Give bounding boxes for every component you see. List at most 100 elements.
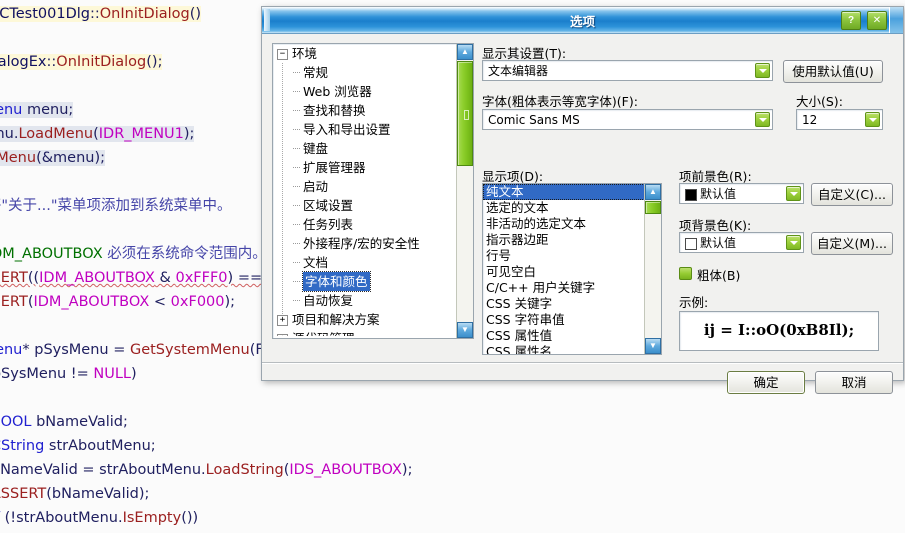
sample-preview-box: ij = I::oO(0xB8Il); <box>679 311 879 351</box>
display-items-scrollbar[interactable]: ▲ ▼ <box>644 184 661 354</box>
code-token: () <box>189 6 202 22</box>
scroll-down-icon[interactable]: ▼ <box>645 338 661 354</box>
tree-item-14[interactable]: + 项目和解决方案 <box>273 310 455 329</box>
tree-item-1[interactable]: 常规 <box>273 63 455 82</box>
tree-connector-icon <box>293 205 300 206</box>
tree-item-2[interactable]: Web 浏览器 <box>273 82 455 101</box>
collapse-icon[interactable]: − <box>277 49 288 60</box>
code-token: 必须在系统命令范围内。 <box>107 246 267 262</box>
code-token: IDM_ABOUTBOX <box>33 294 150 310</box>
tree-item-15[interactable]: + 源代码管理 <box>273 329 455 336</box>
list-item[interactable]: CSS 字符串值 <box>483 312 645 328</box>
code-token: ); <box>183 126 195 142</box>
list-item[interactable]: CSS 属性名 <box>483 344 645 354</box>
ok-button[interactable]: 确定 <box>727 371 805 394</box>
code-token: ASSERT <box>0 486 47 502</box>
code-line: if (!strAboutMenu.IsEmpty()) <box>0 506 198 530</box>
tree-item-label: 自动恢复 <box>303 293 354 308</box>
tree-item-11[interactable]: 文档 <box>273 253 455 272</box>
list-item[interactable]: 行号 <box>483 248 645 264</box>
list-item[interactable]: CSS 关键字 <box>483 296 645 312</box>
tree-item-label: 常规 <box>303 65 329 80</box>
code-token: OnInitDialog <box>99 6 190 22</box>
tree-connector-icon <box>293 110 300 111</box>
tree-item-label: 环境 <box>292 46 318 61</box>
custom-foreground-button[interactable]: 自定义(C)... <box>811 183 893 206</box>
help-icon[interactable]: ? <box>841 11 861 30</box>
chevron-down-icon[interactable] <box>786 186 801 201</box>
code-line: menu.LoadMenu(IDR_MENU1); <box>0 122 195 146</box>
list-item[interactable]: 纯文本 <box>483 184 645 200</box>
background-color-swatch <box>685 238 697 250</box>
dialog-title: 选项 <box>569 14 595 29</box>
scroll-down-icon[interactable]: ▼ <box>457 322 473 338</box>
tree-item-5[interactable]: 键盘 <box>273 139 455 158</box>
tree-item-9[interactable]: 任务列表 <box>273 215 455 234</box>
chevron-down-icon[interactable] <box>865 112 880 127</box>
code-token: strAboutMenu; <box>44 438 156 454</box>
tree-item-6[interactable]: 扩展管理器 <box>273 158 455 177</box>
tree-scrollbar[interactable]: ▲ ▼ <box>456 44 473 338</box>
font-label: 字体(粗体表示等宽字体)(F): <box>482 94 638 109</box>
tree-connector-icon <box>293 167 300 168</box>
list-item[interactable]: C/C++ 用户关键字 <box>483 280 645 296</box>
dialog-separator <box>262 362 903 364</box>
code-token: (!strAboutMenu. <box>0 510 123 526</box>
display-items-scrollbar-thumb[interactable] <box>645 201 661 214</box>
list-item[interactable]: 可见空白 <box>483 264 645 280</box>
expand-icon[interactable]: + <box>277 334 288 336</box>
tree-connector-icon <box>293 243 300 244</box>
chevron-down-icon[interactable] <box>755 63 770 78</box>
code-token: :: <box>46 54 57 70</box>
code-line: CMenu menu; <box>0 98 74 122</box>
list-item[interactable]: 非活动的选定文本 <box>483 216 645 232</box>
list-item[interactable]: CSS 属性值 <box>483 328 645 344</box>
tree-item-0[interactable]: − 环境 <box>273 44 455 63</box>
list-item[interactable]: 选定的文本 <box>483 200 645 216</box>
tree-item-12[interactable]: 字体和颜色 <box>273 271 455 292</box>
code-line: bNameValid = strAboutMenu.LoadString(IDS… <box>0 458 412 482</box>
cancel-button[interactable]: 取消 <box>815 371 893 394</box>
tree-item-8[interactable]: 区域设置 <box>273 196 455 215</box>
options-tree[interactable]: − 环境常规 Web 浏览器 查找和替换 导入和导出设置 键盘 扩展管理器 启动 区域设置 任务列… <box>272 43 474 339</box>
code-token: LoadMenu <box>18 126 94 142</box>
chevron-down-icon[interactable] <box>755 112 770 127</box>
list-item[interactable]: 指示器边距 <box>483 232 645 248</box>
tree-connector-icon <box>293 91 300 92</box>
close-icon[interactable]: ✕ <box>867 11 887 30</box>
tree-item-4[interactable]: 导入和导出设置 <box>273 120 455 139</box>
tree-item-10[interactable]: 外接程序/宏的安全性 <box>273 234 455 253</box>
custom-background-button[interactable]: 自定义(M)... <box>811 232 893 255</box>
dialog-body: − 环境常规 Web 浏览器 查找和替换 导入和导出设置 键盘 扩展管理器 启动 区域设置 任务列… <box>262 33 903 394</box>
scroll-up-icon[interactable]: ▲ <box>645 184 661 200</box>
item-foreground-combo[interactable]: 默认值 <box>679 183 804 204</box>
display-items-listbox[interactable]: 纯文本 选定的文本 非活动的选定文本 指示器边距 行号 可见空白 C/C++ 用户关键字 CS… <box>482 183 662 355</box>
tree-connector-icon <box>293 129 300 130</box>
code-token: IsEmpty <box>122 510 182 526</box>
tree-item-7[interactable]: 启动 <box>273 177 455 196</box>
item-background-combo[interactable]: 默认值 <box>679 232 804 253</box>
tree-item-3[interactable]: 查找和替换 <box>273 101 455 120</box>
code-token: IDM_ABOUTBOX <box>39 270 155 286</box>
display-items-list: 纯文本 选定的文本 非活动的选定文本 指示器边距 行号 可见空白 C/C++ 用户关键字 CS… <box>483 184 645 354</box>
chevron-down-icon[interactable] <box>786 235 801 250</box>
code-token: (bNameValid); <box>46 486 150 502</box>
code-token: OnInitDialog <box>56 54 147 70</box>
expand-icon[interactable]: + <box>277 315 288 326</box>
size-combo[interactable]: 12 <box>796 109 883 130</box>
code-token: menu. <box>0 126 19 142</box>
code-token: menu; <box>22 102 74 118</box>
font-combo[interactable]: Comic Sans MS <box>482 109 773 130</box>
code-line: BOOL CTest001Dlg::OnInitDialog() <box>0 2 202 26</box>
code-line: ASSERT(IDM_ABOUTBOX < 0xF000); <box>0 290 235 314</box>
use-defaults-button[interactable]: 使用默认值(U) <box>783 60 883 83</box>
scroll-up-icon[interactable]: ▲ <box>457 44 473 60</box>
code-token: ); <box>401 462 413 478</box>
code-token: (pSysMenu != <box>0 366 89 382</box>
tree-scrollbar-thumb[interactable] <box>457 61 473 166</box>
code-token: * pSysMenu = <box>22 342 130 358</box>
sample-text: ij = I::oO(0xB8Il); <box>703 321 855 339</box>
dialog-titlebar[interactable]: 选项 ? ✕ <box>262 7 903 34</box>
tree-item-13[interactable]: 自动恢复 <box>273 291 455 310</box>
show-settings-combo[interactable]: 文本编辑器 <box>482 60 773 81</box>
